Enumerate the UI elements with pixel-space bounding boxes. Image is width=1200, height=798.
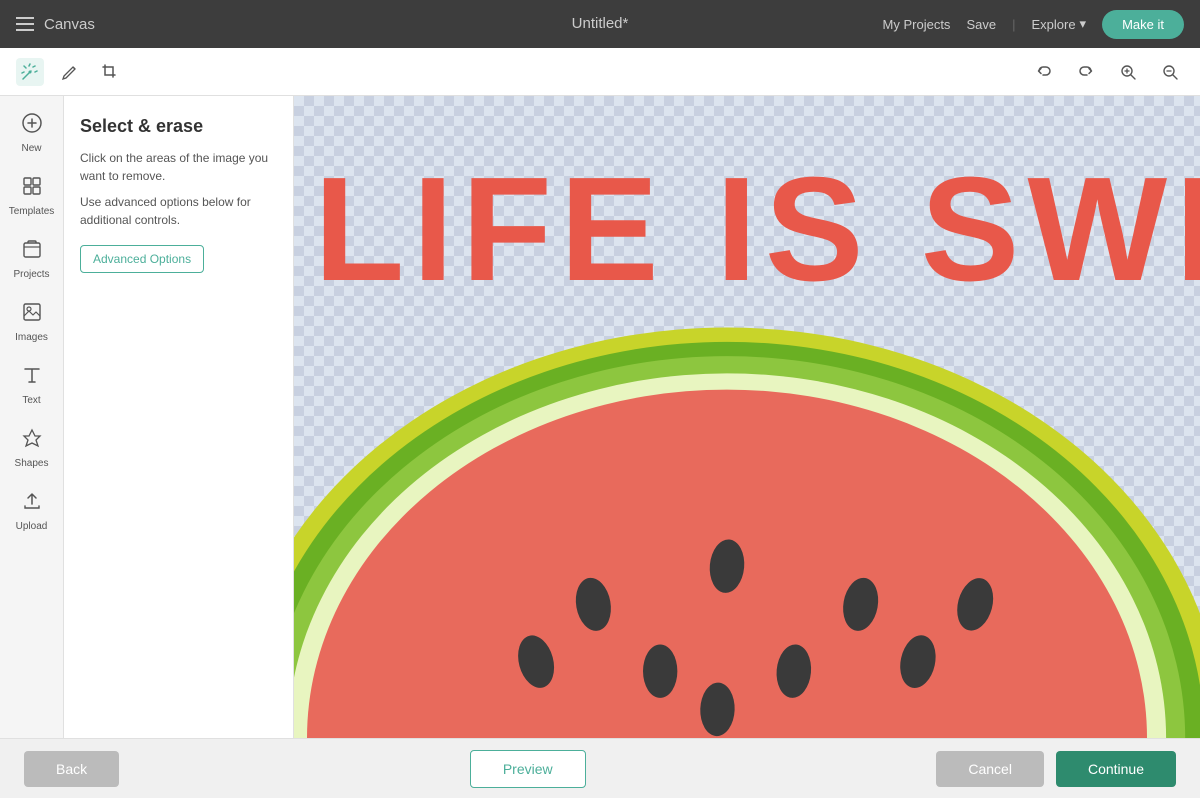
upload-icon bbox=[21, 490, 43, 517]
sidebar-item-templates[interactable]: Templates bbox=[4, 167, 60, 226]
new-icon bbox=[21, 112, 43, 139]
sidebar-item-projects-label: Projects bbox=[13, 269, 49, 281]
select-erase-tool[interactable] bbox=[16, 58, 44, 86]
draw-tool[interactable] bbox=[56, 58, 84, 86]
templates-icon bbox=[21, 175, 43, 202]
select-erase-panel: Select & erase Click on the areas of the… bbox=[64, 96, 294, 738]
main-area: New Templates Projects bbox=[0, 96, 1200, 738]
sidebar-item-upload[interactable]: Upload bbox=[4, 482, 60, 541]
sidebar-item-upload-label: Upload bbox=[16, 521, 48, 533]
watermelon-scene: LIFE IS SWEET bbox=[294, 96, 1200, 738]
canvas-content: LIFE IS SWEET bbox=[294, 96, 1200, 738]
shapes-icon bbox=[21, 427, 43, 454]
make-it-button[interactable]: Make it bbox=[1102, 10, 1184, 39]
panel-title: Select & erase bbox=[80, 116, 277, 137]
text-icon bbox=[21, 364, 43, 391]
panel-desc2: Use advanced options below for additiona… bbox=[80, 193, 277, 229]
chevron-down-icon: ▾ bbox=[1080, 16, 1087, 32]
zoom-in-button[interactable] bbox=[1114, 58, 1142, 86]
hamburger-menu[interactable] bbox=[16, 17, 34, 31]
sidebar-item-images[interactable]: Images bbox=[4, 293, 60, 352]
preview-button[interactable]: Preview bbox=[470, 750, 586, 788]
nav-divider: | bbox=[1012, 17, 1015, 32]
my-projects-link[interactable]: My Projects bbox=[883, 17, 951, 32]
sidebar: New Templates Projects bbox=[0, 96, 64, 738]
explore-button[interactable]: Explore ▾ bbox=[1031, 16, 1086, 32]
back-button[interactable]: Back bbox=[24, 751, 119, 787]
sidebar-item-text-label: Text bbox=[22, 395, 40, 407]
images-icon bbox=[21, 301, 43, 328]
advanced-options-button[interactable]: Advanced Options bbox=[80, 245, 204, 273]
doc-title[interactable]: Untitled* bbox=[572, 15, 629, 32]
app-name: Canvas bbox=[44, 16, 95, 33]
continue-button[interactable]: Continue bbox=[1056, 751, 1176, 787]
watermelon-image bbox=[294, 318, 1200, 738]
sidebar-item-projects[interactable]: Projects bbox=[4, 230, 60, 289]
undo-button[interactable] bbox=[1030, 58, 1058, 86]
image-toolbar bbox=[0, 48, 1200, 96]
sidebar-item-new[interactable]: New bbox=[4, 104, 60, 163]
projects-icon bbox=[21, 238, 43, 265]
canvas-text: LIFE IS SWEET bbox=[294, 156, 1200, 304]
bottom-right-actions: Cancel Continue bbox=[936, 751, 1176, 787]
panel-desc1: Click on the areas of the image you want… bbox=[80, 149, 277, 185]
sidebar-item-images-label: Images bbox=[15, 332, 48, 344]
zoom-out-button[interactable] bbox=[1156, 58, 1184, 86]
bottom-bar: Back Preview Cancel Continue bbox=[0, 738, 1200, 798]
top-navigation: Canvas Untitled* My Projects Save | Expl… bbox=[0, 0, 1200, 48]
sidebar-item-templates-label: Templates bbox=[9, 206, 55, 218]
sidebar-item-new-label: New bbox=[21, 143, 41, 155]
save-link[interactable]: Save bbox=[966, 17, 996, 32]
sidebar-item-text[interactable]: Text bbox=[4, 356, 60, 415]
sidebar-item-shapes[interactable]: Shapes bbox=[4, 419, 60, 478]
redo-button[interactable] bbox=[1072, 58, 1100, 86]
sidebar-item-shapes-label: Shapes bbox=[15, 458, 49, 470]
cancel-button[interactable]: Cancel bbox=[936, 751, 1044, 787]
canvas-area[interactable]: LIFE IS SWEET bbox=[294, 96, 1200, 738]
crop-tool[interactable] bbox=[96, 58, 124, 86]
